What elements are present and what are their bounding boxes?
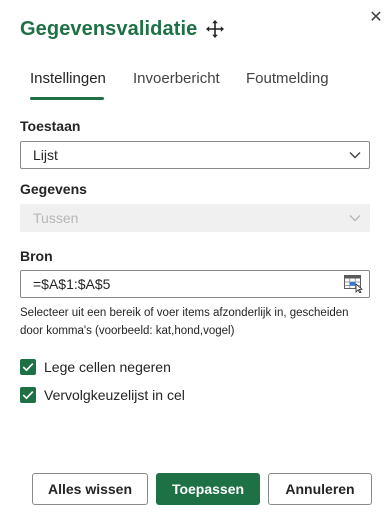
in-cell-dropdown-checkbox-row[interactable]: Vervolgkeuzelijst in cel bbox=[20, 386, 185, 404]
in-cell-dropdown-label: Vervolgkeuzelijst in cel bbox=[44, 387, 185, 403]
ignore-blank-checkbox[interactable] bbox=[20, 359, 36, 375]
chevron-down-icon bbox=[349, 215, 361, 222]
data-select: Tussen bbox=[20, 204, 370, 232]
apply-button[interactable]: Toepassen bbox=[156, 473, 260, 505]
source-label: Bron bbox=[20, 248, 53, 264]
tab-error-alert[interactable]: Foutmelding bbox=[246, 62, 329, 100]
allow-select[interactable]: Lijst bbox=[20, 141, 370, 169]
tab-settings[interactable]: Instellingen bbox=[30, 62, 106, 100]
ignore-blank-label: Lege cellen negeren bbox=[44, 359, 171, 375]
allow-label: Toestaan bbox=[20, 118, 81, 134]
dialog-header: Gegevensvalidatie bbox=[20, 15, 225, 43]
source-input[interactable]: =$A$1:$A$5 bbox=[20, 270, 370, 298]
checkmark-icon bbox=[22, 363, 34, 372]
allow-select-value: Lijst bbox=[33, 147, 58, 163]
tab-input-message[interactable]: Invoerbericht bbox=[133, 62, 220, 100]
cancel-button[interactable]: Annuleren bbox=[268, 473, 372, 505]
data-select-value: Tussen bbox=[33, 210, 79, 226]
data-label: Gegevens bbox=[20, 181, 87, 197]
tab-bar: Instellingen Invoerbericht Foutmelding bbox=[20, 62, 370, 100]
dialog-title: Gegevensvalidatie bbox=[20, 17, 198, 40]
in-cell-dropdown-checkbox[interactable] bbox=[20, 387, 36, 403]
move-icon[interactable] bbox=[205, 19, 225, 39]
clear-all-button[interactable]: Alles wissen bbox=[32, 473, 148, 505]
range-select-icon[interactable] bbox=[344, 275, 363, 293]
source-input-value: =$A$1:$A$5 bbox=[33, 276, 111, 292]
checkmark-icon bbox=[22, 391, 34, 400]
source-help-text: Selecteer uit een bereik of voer items a… bbox=[20, 307, 349, 337]
chevron-down-icon bbox=[349, 152, 361, 159]
close-icon: ✕ bbox=[369, 9, 383, 26]
close-button[interactable]: ✕ bbox=[366, 8, 386, 28]
ignore-blank-checkbox-row[interactable]: Lege cellen negeren bbox=[20, 358, 171, 376]
